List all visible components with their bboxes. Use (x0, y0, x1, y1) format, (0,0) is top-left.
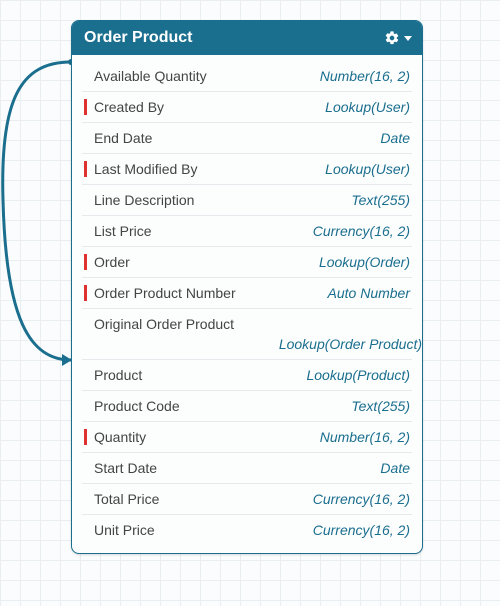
field-name: Unit Price (90, 522, 305, 538)
field-name: List Price (90, 223, 305, 239)
field-row[interactable]: Unit PriceCurrency(16, 2) (82, 515, 412, 545)
field-name: End Date (90, 130, 372, 146)
field-row[interactable]: ProductLookup(Product) (82, 360, 412, 391)
field-name: Available Quantity (90, 68, 312, 84)
field-row[interactable]: End DateDate (82, 123, 412, 154)
field-type: Date (372, 130, 410, 146)
field-type: Lookup(Product) (298, 367, 410, 383)
field-row[interactable]: Available QuantityNumber(16, 2) (82, 61, 412, 92)
required-marker (82, 429, 90, 445)
field-type: Number(16, 2) (312, 68, 410, 84)
required-marker (82, 460, 90, 476)
field-name: Order Product Number (90, 285, 320, 301)
gear-icon (384, 30, 400, 46)
field-name: Order (90, 254, 311, 270)
field-type: Lookup(User) (317, 161, 410, 177)
entity-panel: Order Product Available QuantityNumber(1… (71, 20, 423, 554)
field-name: Original Order Product (90, 316, 410, 332)
field-list: Available QuantityNumber(16, 2)Created B… (72, 55, 422, 553)
field-type: Lookup(User) (317, 99, 410, 115)
panel-title: Order Product (84, 29, 384, 47)
required-marker (82, 254, 90, 270)
panel-header: Order Product (72, 21, 422, 55)
required-marker (82, 285, 90, 301)
field-row[interactable]: OrderLookup(Order) (82, 247, 412, 278)
field-row[interactable]: Line DescriptionText(255) (82, 185, 412, 216)
required-marker (82, 491, 90, 507)
field-name: Product (90, 367, 298, 383)
field-name: Total Price (90, 491, 305, 507)
field-row[interactable]: Order Product NumberAuto Number (82, 278, 412, 309)
required-marker (82, 398, 90, 414)
required-marker (82, 99, 90, 115)
panel-options-menu[interactable] (384, 30, 412, 46)
field-row[interactable]: Start DateDate (82, 453, 412, 484)
field-row[interactable]: Product CodeText(255) (82, 391, 412, 422)
field-name: Product Code (90, 398, 343, 414)
field-type: Currency(16, 2) (305, 223, 410, 239)
field-type: Text(255) (343, 192, 410, 208)
field-type: Lookup(Order) (311, 254, 410, 270)
field-type: Currency(16, 2) (305, 522, 410, 538)
field-name: Last Modified By (90, 161, 317, 177)
required-marker (82, 223, 90, 239)
field-type: Text(255) (343, 398, 410, 414)
required-marker (82, 316, 90, 332)
required-marker (82, 192, 90, 208)
field-type: Lookup(Order Product) (82, 332, 422, 352)
field-row[interactable]: Total PriceCurrency(16, 2) (82, 484, 412, 515)
field-row[interactable]: Created ByLookup(User) (82, 92, 412, 123)
field-type: Date (372, 460, 410, 476)
required-marker (82, 68, 90, 84)
field-name: Line Description (90, 192, 343, 208)
field-name: Start Date (90, 460, 372, 476)
field-row[interactable]: Original Order ProductLookup(Order Produ… (82, 309, 412, 360)
required-marker (82, 130, 90, 146)
chevron-down-icon (404, 36, 412, 41)
required-marker (82, 161, 90, 177)
required-marker (82, 367, 90, 383)
field-row[interactable]: List PriceCurrency(16, 2) (82, 216, 412, 247)
field-name: Quantity (90, 429, 312, 445)
field-row[interactable]: Last Modified ByLookup(User) (82, 154, 412, 185)
field-name: Created By (90, 99, 317, 115)
field-type: Auto Number (320, 285, 410, 301)
field-row[interactable]: QuantityNumber(16, 2) (82, 422, 412, 453)
required-marker (82, 522, 90, 538)
field-type: Number(16, 2) (312, 429, 410, 445)
field-type: Currency(16, 2) (305, 491, 410, 507)
